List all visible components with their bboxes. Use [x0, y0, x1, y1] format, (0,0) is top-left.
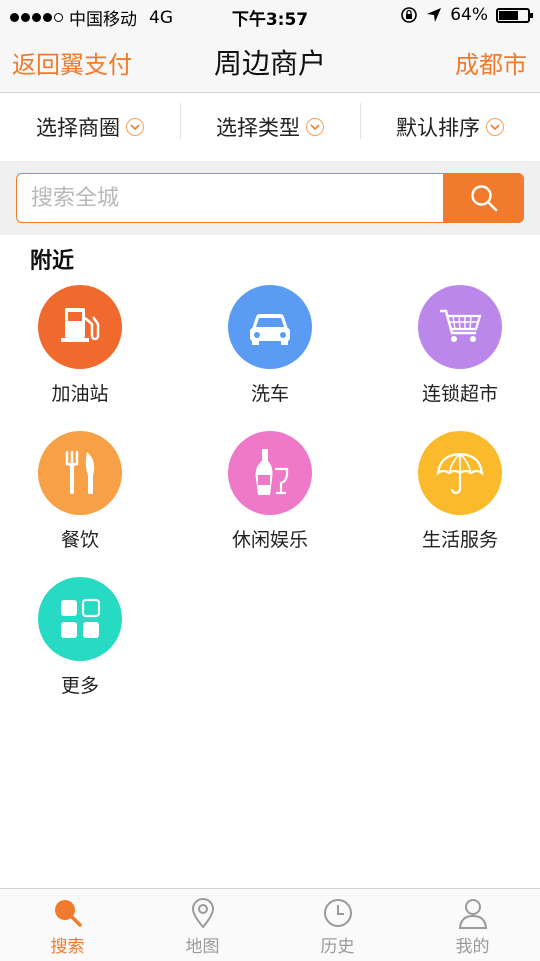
filter-label: 选择类型 — [216, 116, 300, 140]
filter-sort[interactable]: 默认排序 — [360, 93, 540, 161]
search-area — [0, 161, 540, 235]
filter-bar: 选择商圈 选择类型 默认排序 — [0, 93, 540, 161]
battery-percent: 64% — [450, 5, 488, 25]
search-icon — [470, 185, 497, 212]
category-icon-circle — [418, 431, 502, 515]
tab-bar: 搜索 地图 历史 我的 — [0, 888, 540, 961]
category-icon-circle — [38, 577, 122, 661]
back-button[interactable]: 返回翼支付 — [12, 45, 132, 80]
category-icon-circle — [228, 431, 312, 515]
category-label: 连锁超市 — [421, 383, 498, 405]
category-icon-circle — [418, 285, 502, 369]
tab-map[interactable]: 地图 — [135, 889, 270, 961]
category-life-services[interactable]: 生活服务 — [380, 431, 540, 571]
category-label: 洗车 — [250, 383, 289, 405]
search-icon — [54, 900, 82, 927]
category-label: 加油站 — [51, 383, 109, 405]
fork-knife-icon — [65, 450, 95, 494]
category-more[interactable]: 更多 — [0, 577, 160, 717]
chevron-down-icon — [126, 118, 144, 136]
shopping-cart-icon — [440, 309, 482, 342]
category-icon-circle — [228, 285, 312, 369]
category-label: 生活服务 — [421, 529, 498, 551]
status-right: 64% — [400, 5, 533, 25]
city-selector-button[interactable]: 成都市 — [455, 45, 527, 80]
category-label: 餐饮 — [60, 529, 99, 551]
wine-icon — [255, 449, 289, 495]
section-title-nearby: 附近 — [30, 249, 75, 274]
location-arrow-icon — [427, 8, 442, 22]
clock-icon — [323, 899, 352, 927]
search-button[interactable] — [443, 173, 524, 223]
battery-icon — [496, 7, 533, 23]
status-bar: 中国移动 4G 下午3:57 64% — [0, 0, 540, 32]
tab-label: 历史 — [320, 937, 355, 957]
filter-label: 选择商圈 — [36, 116, 120, 140]
gas-station-icon — [61, 308, 100, 342]
filter-label: 默认排序 — [396, 116, 480, 140]
category-car-wash[interactable]: 洗车 — [190, 285, 350, 425]
category-icon-circle — [38, 285, 122, 369]
umbrella-icon — [436, 452, 484, 495]
category-dining[interactable]: 餐饮 — [0, 431, 160, 571]
tab-profile[interactable]: 我的 — [405, 889, 540, 961]
battery-fill — [499, 10, 519, 20]
chevron-down-icon — [306, 118, 324, 136]
category-leisure[interactable]: 休闲娱乐 — [190, 431, 350, 571]
tab-history[interactable]: 历史 — [270, 889, 405, 961]
filter-business-district[interactable]: 选择商圈 — [0, 93, 180, 161]
tab-label: 搜索 — [50, 937, 85, 957]
category-supermarket[interactable]: 连锁超市 — [380, 285, 540, 425]
tab-search[interactable]: 搜索 — [0, 889, 135, 961]
search-input[interactable] — [17, 174, 444, 222]
category-icon-circle — [38, 431, 122, 515]
car-icon — [250, 313, 290, 345]
map-pin-icon — [191, 898, 214, 929]
tab-label: 我的 — [455, 937, 490, 957]
rotation-lock-icon — [401, 7, 418, 23]
nav-bar: 返回翼支付 周边商户 成都市 — [0, 32, 540, 93]
person-icon — [458, 899, 487, 929]
search-box — [16, 173, 444, 223]
category-gas-station[interactable]: 加油站 — [0, 285, 160, 425]
category-label: 休闲娱乐 — [231, 529, 308, 551]
filter-type[interactable]: 选择类型 — [180, 93, 360, 161]
tab-label: 地图 — [185, 937, 220, 957]
grid-icon — [61, 598, 101, 638]
chevron-down-icon — [486, 118, 504, 136]
category-label: 更多 — [60, 675, 99, 697]
